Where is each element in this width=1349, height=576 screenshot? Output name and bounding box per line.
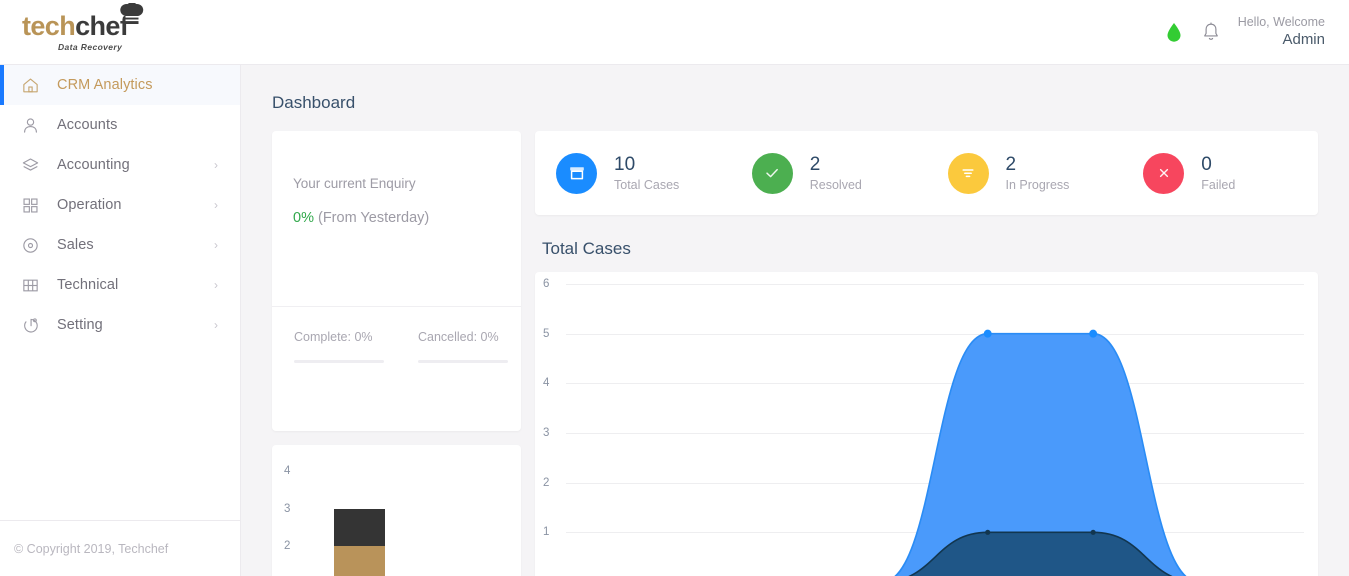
stat-value: 2 (809, 154, 821, 176)
sidebar-item-technical[interactable]: Technical › (0, 265, 240, 305)
sidebar-item-label: CRM Analytics (57, 77, 153, 93)
logo-text: techchef (22, 2, 144, 41)
sidebar-item-accounts[interactable]: Accounts (0, 105, 240, 145)
chevron-right-icon: › (214, 278, 218, 292)
stat-label: In Progress (1005, 177, 1070, 192)
bar-chart-segment (334, 545, 385, 576)
stat-total-cases[interactable]: 10 Total Cases (535, 152, 731, 194)
sidebar-item-crm-analytics[interactable]: CRM Analytics (0, 65, 240, 105)
logo-text-part1: tech (22, 10, 76, 41)
enquiry-percent-value: 0% (293, 210, 314, 226)
bar-chart-plot: 4321 (272, 459, 521, 576)
stat-label: Total Cases (614, 177, 680, 192)
chevron-right-icon: › (214, 238, 218, 252)
chef-hat-icon (120, 2, 144, 24)
total-cases-chart-card: 654321 (535, 272, 1318, 576)
sidebar-item-operation[interactable]: Operation › (0, 185, 240, 225)
sidebar-footer: © Copyright 2019, Techchef (0, 520, 240, 576)
pie-chart-icon (20, 315, 41, 336)
complete-stat: Complete: 0% (294, 330, 384, 431)
chart-data-point[interactable] (985, 529, 991, 535)
sidebar-item-label: Accounts (57, 117, 118, 133)
bar-chart-y-tick-label: 2 (284, 540, 291, 552)
page-title: Dashboard (272, 93, 356, 112)
cancelled-stat: Cancelled: 0% (418, 330, 508, 431)
sidebar-item-label: Setting (57, 317, 103, 333)
stat-text: 0 Failed (1201, 154, 1235, 192)
sidebar-nav: CRM Analytics Accounts Accounting › Oper… (0, 65, 240, 520)
close-x-icon (1143, 152, 1185, 194)
table-grid-icon (20, 275, 41, 296)
header-actions: Hello, Welcome Admin (1164, 14, 1349, 50)
target-circle-icon (20, 235, 41, 256)
sidebar-item-label: Operation (57, 197, 122, 213)
chart-data-point[interactable] (1089, 329, 1098, 338)
stat-label: Resolved (809, 177, 862, 192)
chevron-right-icon: › (214, 198, 218, 212)
left-column: Your current Enquiry 0% (From Yesterday)… (272, 131, 521, 576)
stat-text: 2 Resolved (810, 154, 862, 192)
main-content: Dashboard Your current Enquiry 0% (From … (241, 65, 1349, 576)
sidebar-item-label: Accounting (57, 157, 130, 173)
complete-progress-bar (294, 360, 384, 363)
stats-summary-card: 10 Total Cases 2 Resolved 2 In Progress … (535, 131, 1318, 215)
cancelled-label: Cancelled: 0% (418, 330, 499, 344)
cancelled-progress-bar (418, 360, 508, 363)
enquiry-percent-suffix: (From Yesterday) (318, 210, 430, 226)
stat-failed[interactable]: 0 Failed (1122, 152, 1318, 194)
home-icon (20, 75, 41, 96)
grid-squares-icon (20, 195, 41, 216)
stat-text: 10 Total Cases (614, 154, 679, 192)
chart-data-point[interactable] (1090, 529, 1096, 535)
greeting-username: Admin (1282, 31, 1325, 49)
enquiry-bottom: Complete: 0% Cancelled: 0% (272, 306, 521, 431)
sidebar-item-setting[interactable]: Setting › (0, 305, 240, 345)
logo-tagline: Data Recovery (58, 41, 123, 52)
stat-value: 0 (1201, 154, 1212, 176)
bar-chart-card: 4321 (272, 445, 521, 576)
greeting-hello: Hello, Welcome (1237, 15, 1325, 30)
bar-chart-y-tick-label: 4 (284, 465, 291, 477)
layers-icon (20, 155, 41, 176)
bar-chart-bar[interactable] (334, 508, 385, 576)
sidebar-item-label: Sales (57, 237, 94, 253)
dashboard-grid: Your current Enquiry 0% (From Yesterday)… (241, 113, 1349, 576)
filter-lines-icon (947, 152, 989, 194)
enquiry-top: Your current Enquiry 0% (From Yesterday) (272, 131, 521, 306)
total-cases-chart: 654321 (535, 272, 1318, 576)
check-icon (751, 152, 793, 194)
chart-series-layer (893, 329, 1187, 576)
sidebar-item-accounting[interactable]: Accounting › (0, 145, 240, 185)
stat-value: 10 (614, 154, 636, 176)
complete-label: Complete: 0% (294, 330, 373, 344)
chevron-right-icon: › (214, 158, 218, 172)
sidebar-item-sales[interactable]: Sales › (0, 225, 240, 265)
bar-chart-segment (334, 508, 385, 546)
enquiry-label: Your current Enquiry (293, 176, 416, 191)
logo[interactable]: techchef Data Recovery (0, 0, 241, 65)
sidebar-item-label: Technical (57, 277, 119, 293)
chart-section-title: Total Cases (542, 239, 631, 258)
user-greeting[interactable]: Hello, Welcome Admin (1238, 14, 1325, 50)
enquiry-percent-row: 0% (From Yesterday) (293, 210, 521, 226)
bar-chart-y-tick-label: 3 (284, 502, 291, 515)
green-droplet-icon[interactable] (1164, 21, 1184, 43)
right-column: 10 Total Cases 2 Resolved 2 In Progress … (535, 131, 1318, 576)
enquiry-card: Your current Enquiry 0% (From Yesterday)… (272, 131, 521, 431)
stat-value: 2 (1005, 154, 1017, 176)
stat-text: 2 In Progress (1006, 154, 1070, 192)
bell-icon[interactable] (1202, 21, 1220, 43)
app-header: techchef Data Recovery Hello, Welcome Ad… (0, 0, 1349, 65)
stat-label: Failed (1201, 177, 1236, 192)
chevron-right-icon: › (214, 318, 218, 332)
user-icon (20, 115, 41, 136)
chart-data-point[interactable] (983, 329, 992, 338)
stat-in-progress[interactable]: 2 In Progress (927, 152, 1123, 194)
sidebar: CRM Analytics Accounts Accounting › Oper… (0, 65, 241, 576)
copyright-text: © Copyright 2019, Techchef (14, 541, 169, 556)
archive-box-icon (556, 152, 597, 194)
stat-resolved[interactable]: 2 Resolved (731, 152, 927, 194)
